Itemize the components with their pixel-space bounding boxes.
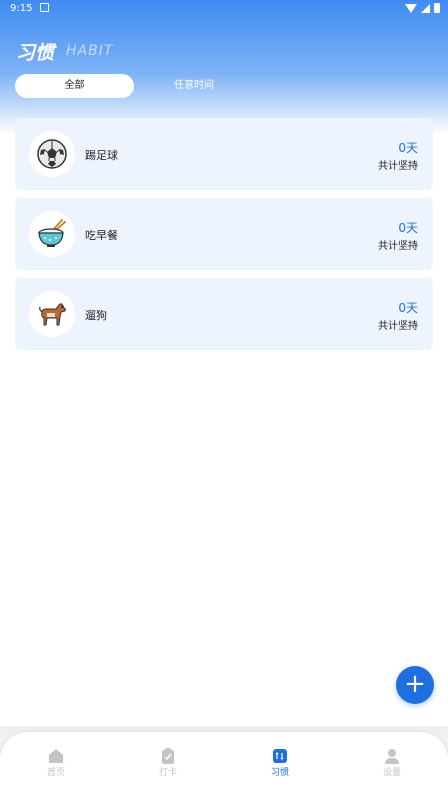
clipboard-check-icon bbox=[162, 748, 174, 764]
habit-avatar bbox=[29, 131, 75, 177]
rice-bowl-icon bbox=[38, 219, 66, 247]
page-title: 习惯 bbox=[16, 42, 55, 64]
status-time: 9:15 bbox=[10, 3, 33, 14]
nav-label: 设置 bbox=[382, 768, 401, 778]
nav-item-settings[interactable]: 设置 bbox=[336, 732, 448, 798]
habit-avatar bbox=[29, 291, 75, 337]
soccer-ball-icon bbox=[37, 139, 67, 169]
habit-days-count: 0天 bbox=[398, 141, 418, 155]
filter-tabs: 全部 任意时间 bbox=[15, 74, 433, 98]
habit-days-caption: 共计坚持 bbox=[378, 241, 418, 252]
bottom-nav: 首页 打卡 习惯 设置 bbox=[0, 732, 448, 798]
habit-name: 遛狗 bbox=[85, 309, 107, 322]
wifi-icon bbox=[405, 3, 417, 13]
nav-item-checkin[interactable]: 打卡 bbox=[112, 732, 224, 798]
signal-icon bbox=[421, 3, 430, 13]
page-subtitle: HABIT bbox=[66, 43, 114, 59]
tab-all[interactable]: 全部 bbox=[15, 74, 134, 98]
status-indicators bbox=[405, 3, 440, 13]
dog-icon bbox=[39, 303, 66, 326]
habit-days-count: 0天 bbox=[398, 301, 418, 315]
habit-icon bbox=[273, 749, 287, 763]
nav-label: 习惯 bbox=[270, 768, 289, 778]
habit-name: 踢足球 bbox=[85, 149, 118, 162]
habit-card-walk-dog[interactable]: 遛狗 0天 共计坚持 bbox=[15, 278, 433, 350]
user-settings-icon bbox=[385, 749, 399, 764]
habit-days-caption: 共计坚持 bbox=[378, 321, 418, 332]
notification-icon bbox=[40, 3, 49, 12]
nav-item-home[interactable]: 首页 bbox=[0, 732, 112, 798]
nav-label: 打卡 bbox=[158, 768, 177, 778]
home-icon bbox=[49, 749, 63, 763]
add-habit-button[interactable]: + bbox=[396, 666, 434, 704]
habit-card-soccer[interactable]: 踢足球 0天 共计坚持 bbox=[15, 118, 433, 190]
tab-anytime[interactable]: 任意时间 bbox=[134, 74, 254, 98]
battery-icon bbox=[434, 3, 440, 13]
header-background bbox=[0, 0, 448, 135]
nav-label: 首页 bbox=[46, 768, 65, 778]
habit-avatar bbox=[29, 211, 75, 257]
habit-days-count: 0天 bbox=[398, 221, 418, 235]
habit-card-breakfast[interactable]: 吃早餐 0天 共计坚持 bbox=[15, 198, 433, 270]
status-bar: 9:15 bbox=[0, 0, 448, 18]
habit-name: 吃早餐 bbox=[85, 229, 118, 242]
habit-days-caption: 共计坚持 bbox=[378, 161, 418, 172]
nav-item-habits[interactable]: 习惯 bbox=[224, 732, 336, 798]
